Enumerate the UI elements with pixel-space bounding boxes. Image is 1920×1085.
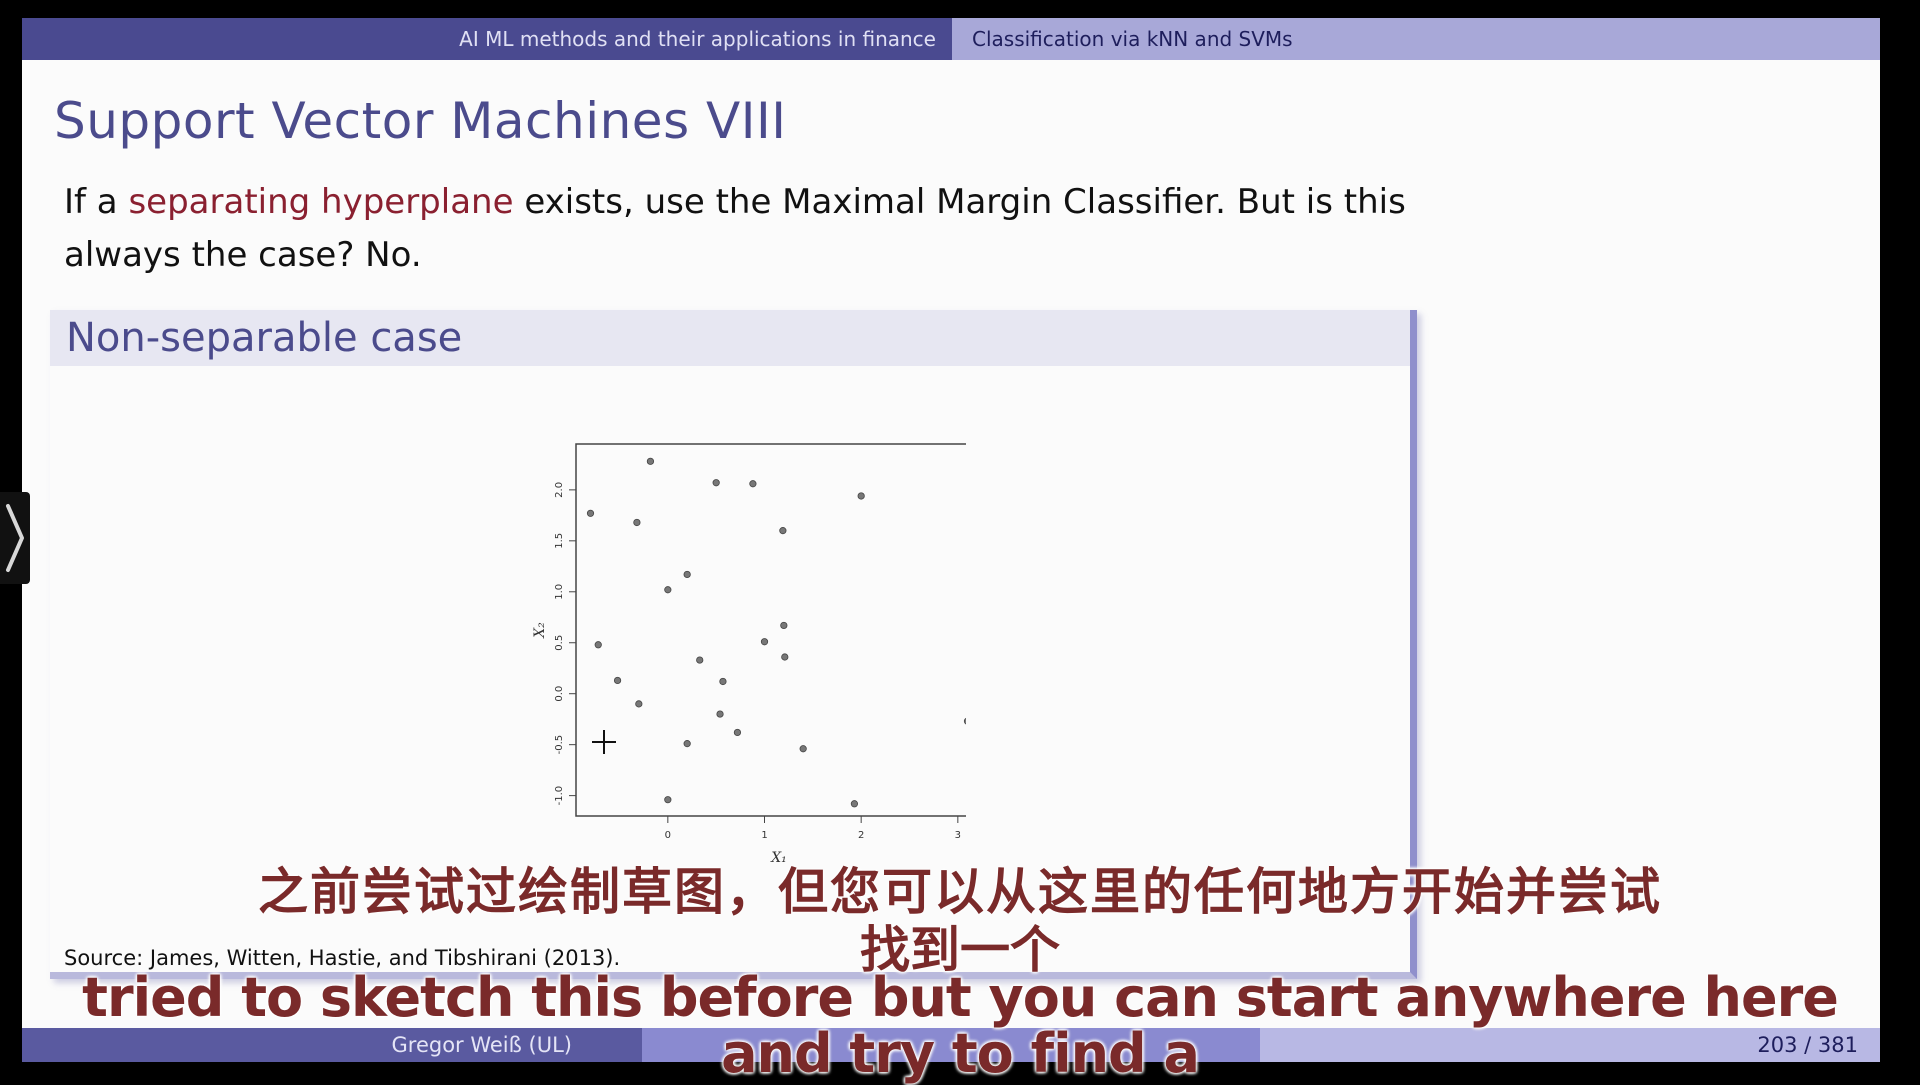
x-tick-label: 2 [858, 830, 864, 841]
chevron-right-icon [6, 504, 24, 572]
x-tick-label: 0 [665, 830, 671, 841]
intro-text: If a separating hyperplane exists, use t… [64, 176, 1464, 282]
intro-pre: If a [64, 182, 129, 222]
header-section-title[interactable]: Classification via kNN and SVMs [952, 18, 1880, 60]
scatter-point [719, 677, 727, 686]
scatter-point [646, 457, 655, 465]
plot-frame [575, 443, 966, 817]
scatter-point [850, 800, 858, 808]
subtitle-en-line1: tried to sketch this before but you can … [82, 966, 1839, 1029]
block-title: Non-separable case [50, 310, 1410, 366]
scatter-point [696, 656, 704, 664]
x-tick-label: 3 [955, 830, 961, 841]
scatter-point [664, 796, 672, 804]
scatter-point [683, 740, 691, 748]
scatter-point [857, 492, 865, 500]
scatter-point [635, 700, 643, 708]
y-axis-label: X₂ [532, 622, 548, 639]
y-tick-label: -1.0 [554, 786, 565, 806]
scatter-point [779, 527, 787, 535]
scatter-point [781, 653, 789, 661]
scatter-point [780, 621, 788, 630]
scatter-point [586, 509, 595, 517]
scatter-point [760, 638, 769, 646]
sidebar-toggle[interactable] [0, 492, 30, 584]
y-tick-label: 0.5 [554, 635, 565, 651]
y-tick-label: 2.0 [554, 482, 565, 498]
scatter-point [633, 518, 641, 527]
y-axis: -1.0 -0.5 0.0 0.5 1.0 1.5 2.0 [554, 482, 576, 805]
y-tick-label: -0.5 [554, 735, 565, 755]
scatter-point [613, 676, 622, 685]
y-tick-label: 0.0 [554, 686, 565, 702]
frame-title: Support Vector Machines VIII [54, 92, 787, 150]
header-course-title[interactable]: AI ML methods and their applications in … [22, 18, 952, 60]
scatter-point [749, 480, 757, 488]
scatter-point [733, 728, 742, 737]
x-axis: 0 1 2 3 [665, 816, 961, 841]
x-tick-label: 1 [761, 830, 767, 841]
scatter-plot: 0123 -1.0-0.50.00.51.01.52.0 X₁ X₂ [532, 443, 966, 866]
subtitle-en-line2: and try to find a [721, 1022, 1200, 1085]
y-tick-label: 1.5 [554, 533, 565, 549]
scatter-point [799, 745, 807, 753]
cursor-crosshair-icon [592, 730, 616, 754]
scatter-point [594, 641, 602, 649]
intro-highlight: separating hyperplane [128, 182, 514, 222]
slide-header: AI ML methods and their applications in … [22, 18, 1880, 60]
scatter-point [716, 710, 724, 718]
scatter-point [664, 586, 672, 594]
data-points [586, 457, 966, 808]
scatter-point [683, 570, 691, 579]
scatter-point [963, 717, 966, 725]
scatter-point [712, 479, 720, 487]
y-tick-label: 1.0 [554, 584, 565, 600]
